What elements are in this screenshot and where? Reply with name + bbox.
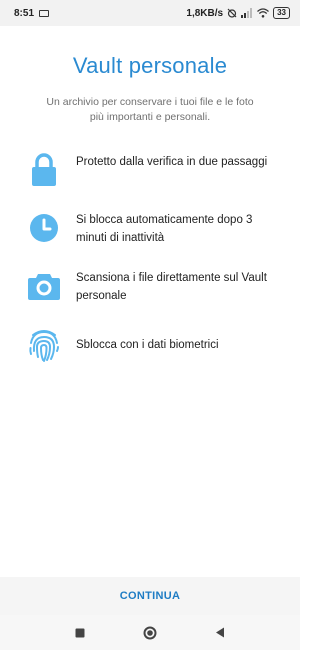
bottom-action-bar: CONTINUA (0, 577, 300, 615)
navigation-bar (0, 615, 300, 650)
recent-apps-button[interactable] (70, 623, 90, 643)
camera-icon (22, 266, 66, 306)
square-icon (75, 628, 85, 637)
feature-text: Protetto dalla verifica in due passaggi (76, 156, 268, 168)
continue-button[interactable]: CONTINUA (110, 584, 190, 608)
lock-icon (22, 150, 66, 190)
message-icon (39, 9, 50, 17)
feature-text: Sblocca con i dati biometrici (76, 339, 219, 351)
feature-text: Si blocca automaticamente dopo 3 minuti … (76, 214, 253, 244)
home-button[interactable] (140, 623, 160, 643)
page-title: Vault personale (72, 53, 228, 78)
triangle-back-icon (216, 627, 224, 638)
wifi-icon (257, 8, 270, 18)
feature-scan-files: Scansiona i file direttamente sul Vault … (22, 266, 282, 306)
circle-icon (143, 626, 157, 639)
signal-icon (241, 8, 253, 18)
feature-auto-lock: Si blocca automaticamente dopo 3 minuti … (22, 208, 282, 248)
battery-indicator: 33 (273, 7, 290, 19)
status-bar: 8:51 1,8KB/s 33 (0, 0, 300, 26)
page-subtitle: Un archivio per conservare i tuoi file e… (46, 96, 254, 123)
clock-icon (22, 208, 66, 248)
feature-text: Scansiona i file direttamente sul Vault … (76, 272, 267, 302)
fingerprint-icon (22, 325, 66, 365)
alarm-off-icon (227, 8, 237, 18)
back-button[interactable] (210, 623, 230, 643)
network-speed: 1,8KB/s (186, 7, 224, 19)
status-time: 8:51 (14, 7, 35, 19)
feature-two-step-verification: Protetto dalla verifica in due passaggi (22, 150, 282, 190)
feature-biometric-unlock: Sblocca con i dati biometrici (22, 325, 282, 365)
